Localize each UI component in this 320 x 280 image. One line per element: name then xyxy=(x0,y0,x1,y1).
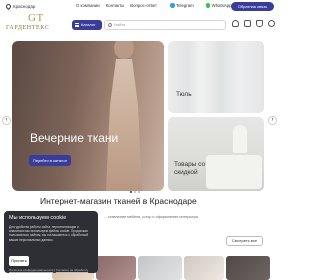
city-selector[interactable]: Краснодар xyxy=(4,2,36,11)
header: Краснодар GT ГАРДЕНТЕКС О компании Конта… xyxy=(0,0,280,38)
whatsapp-link[interactable]: WhatsApp xyxy=(205,3,232,8)
catalog-button[interactable]: Каталог xyxy=(72,20,102,30)
slider-dot[interactable] xyxy=(134,191,136,193)
hero-model-image xyxy=(100,41,150,191)
tile-sale[interactable]: Товары со скидкой xyxy=(168,117,264,191)
product-card[interactable] xyxy=(138,256,182,280)
product-card[interactable] xyxy=(184,256,224,280)
consent-link[interactable]: Согласие на обработку xyxy=(56,268,88,272)
search-placeholder: Найти xyxy=(114,22,126,27)
cookie-text: Для удобства работы сайта, персонализаци… xyxy=(9,225,89,242)
slider-dot[interactable] xyxy=(138,191,140,193)
nav-contacts[interactable]: Контакты xyxy=(106,3,125,8)
cookie-title: Мы используем cookie xyxy=(9,215,67,221)
telegram-label: Telegram xyxy=(176,3,194,8)
page: Краснодар GT ГАРДЕНТЕКС О компании Конта… xyxy=(0,0,280,280)
cart-icon[interactable] xyxy=(256,20,263,27)
nav-faq[interactable]: Вопрос-ответ xyxy=(130,3,157,8)
profile-icon[interactable] xyxy=(268,20,275,27)
telegram-icon xyxy=(170,3,175,8)
catalog-label: Каталог xyxy=(81,22,96,27)
section-subtitle: …ставление мебели, штор и оформление инт… xyxy=(104,215,198,219)
product-card[interactable] xyxy=(226,256,270,280)
tile-tulle[interactable]: Тюль xyxy=(168,41,264,113)
header-icons xyxy=(232,20,275,27)
logo-mark: GT xyxy=(28,12,44,24)
tile-sale-label: Товары со скидкой xyxy=(174,161,206,176)
prev-arrow-icon[interactable]: ‹ xyxy=(2,116,11,125)
city-label: Краснодар xyxy=(13,4,36,9)
cookie-links: Политика конфиденциальности | Согласие н… xyxy=(9,268,89,272)
favorites-icon[interactable] xyxy=(232,20,239,27)
feedback-button[interactable]: Обратная связь xyxy=(231,2,274,11)
whatsapp-icon xyxy=(205,3,211,8)
nav-about[interactable]: О компании xyxy=(76,3,100,8)
hero-catalog-button[interactable]: Перейти в каталог xyxy=(29,155,71,166)
logo[interactable]: GT ГАРДЕНТЕКС xyxy=(4,12,64,34)
location-icon xyxy=(4,2,13,11)
cookie-accept-button[interactable]: Принять xyxy=(9,256,29,266)
hero-title: Вечерние ткани xyxy=(30,131,119,145)
product-card[interactable] xyxy=(96,256,136,280)
search-input[interactable]: Найти xyxy=(104,20,226,30)
whatsapp-label: WhatsApp xyxy=(211,3,232,8)
section-title: Интернет-магазин тканей в Краснодаре xyxy=(40,196,197,206)
next-arrow-icon[interactable]: › xyxy=(268,116,277,125)
menu-icon xyxy=(75,23,79,27)
privacy-link[interactable]: Политика конфиденциальности xyxy=(9,268,53,272)
telegram-link[interactable]: Telegram xyxy=(170,3,194,8)
hero-banner[interactable]: Вечерние ткани Перейти в каталог xyxy=(12,41,164,191)
tile-tulle-label: Тюль xyxy=(176,91,192,98)
messengers: Telegram WhatsApp xyxy=(170,3,232,8)
slider-dots xyxy=(130,191,140,193)
top-nav: О компании Контакты Вопрос-ответ xyxy=(76,3,157,8)
cookie-popup: Мы используем cookie Для удобства работы… xyxy=(4,211,98,273)
see-all-button[interactable]: Смотреть все xyxy=(226,236,263,246)
logo-text: ГАРДЕНТЕКС xyxy=(6,25,50,31)
slider-dot[interactable] xyxy=(130,191,132,193)
compare-icon[interactable] xyxy=(244,20,251,27)
search-icon xyxy=(108,23,112,27)
